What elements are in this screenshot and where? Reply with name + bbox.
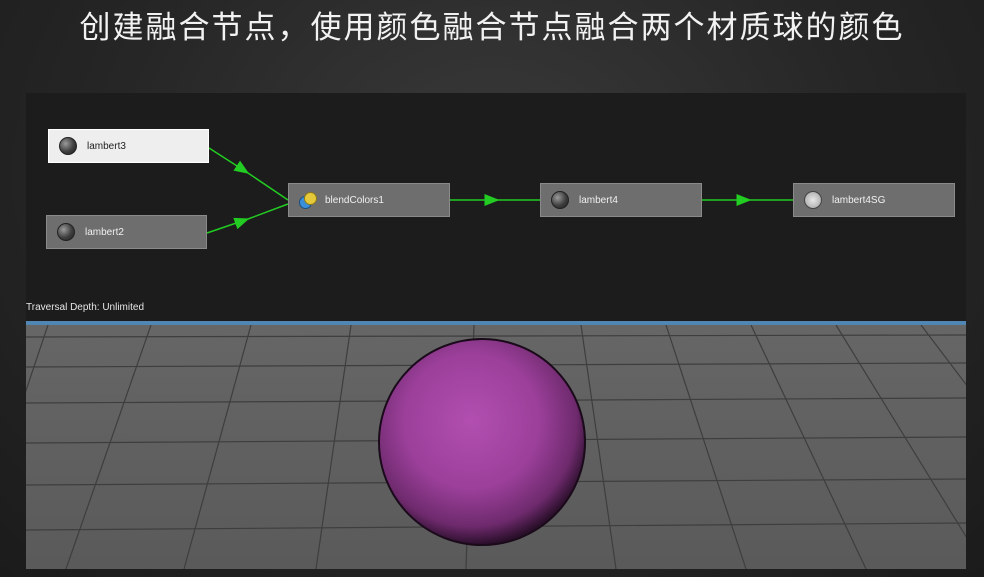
node-label: blendColors1 xyxy=(325,194,384,206)
traversal-depth-label: Traversal Depth: Unlimited xyxy=(26,302,145,313)
node-lambert2[interactable]: lambert2 xyxy=(46,215,207,249)
wire-lambert3-to-blendcolors1 xyxy=(208,147,289,201)
node-lambert4sg[interactable]: lambert4SG xyxy=(793,183,955,217)
purple-sphere xyxy=(378,338,586,546)
material-sphere-icon xyxy=(59,137,77,155)
material-sphere-icon xyxy=(551,191,569,209)
node-label: lambert3 xyxy=(87,140,126,152)
node-lambert3[interactable]: lambert3 xyxy=(48,129,209,163)
blend-colors-icon xyxy=(299,192,317,209)
viewport-scene xyxy=(26,325,966,569)
slide-title: 创建融合节点，使用颜色融合节点融合两个材质球的颜色 xyxy=(79,10,905,46)
hypershade-graph-panel[interactable]: lambert3 lambert2 blendColors1 lambert4 … xyxy=(26,93,966,321)
wire-lambert2-to-blendcolors1 xyxy=(206,203,289,234)
node-label: lambert4 xyxy=(579,194,618,206)
node-blendcolors1[interactable]: blendColors1 xyxy=(288,183,450,217)
material-sphere-icon xyxy=(57,223,75,241)
node-label: lambert2 xyxy=(85,226,124,238)
node-lambert4[interactable]: lambert4 xyxy=(540,183,702,217)
shading-group-icon xyxy=(804,191,822,209)
3d-viewport[interactable] xyxy=(26,325,966,569)
node-label: lambert4SG xyxy=(832,194,886,206)
